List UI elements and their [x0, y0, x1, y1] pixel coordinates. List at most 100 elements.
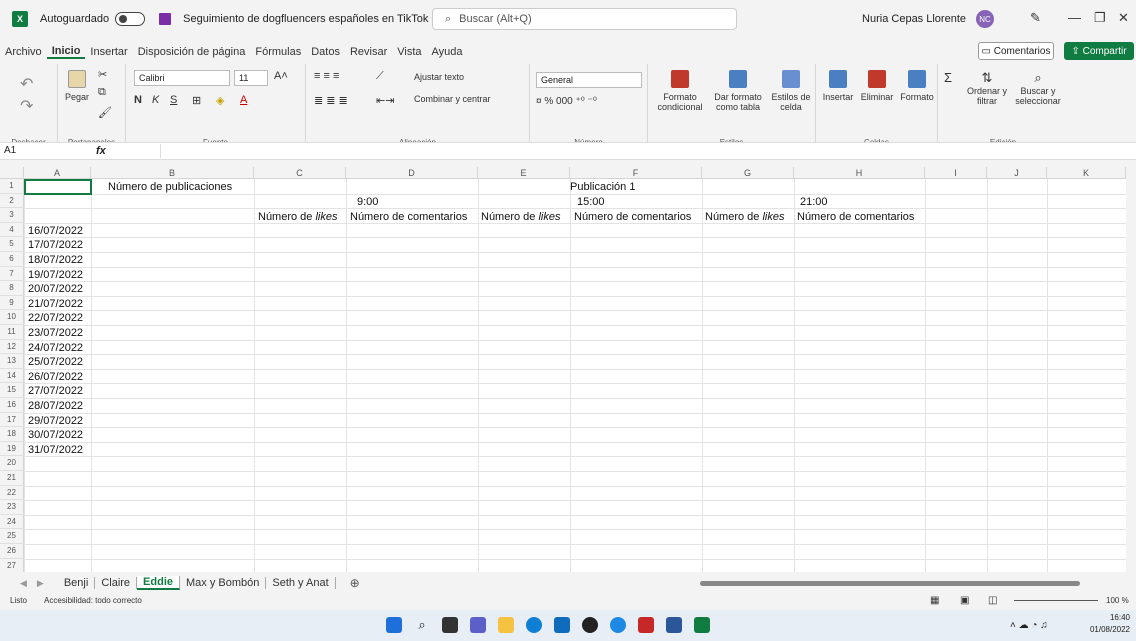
format-painter-icon[interactable]: 🖌	[98, 106, 112, 119]
cell-likes-15[interactable]: Número de likes	[481, 210, 561, 224]
taskbar-clock[interactable]: 16:40 01/08/2022	[1090, 612, 1130, 636]
cut-icon[interactable]: ✂	[98, 68, 107, 81]
store-icon[interactable]	[554, 617, 570, 633]
cell-b1[interactable]: Número de publicaciones	[108, 180, 232, 194]
cell-date[interactable]: 20/07/2022	[28, 282, 83, 296]
save-icon[interactable]	[159, 13, 172, 25]
column-header-c[interactable]: C	[254, 167, 346, 179]
select-all-corner[interactable]	[0, 167, 24, 179]
row-header[interactable]: 9	[0, 295, 24, 311]
row-header[interactable]: 21	[0, 471, 24, 486]
indent-icon[interactable]: ⇤⇥	[376, 94, 394, 107]
cell-comments-21[interactable]: Número de comentarios	[797, 210, 914, 224]
task-view-icon[interactable]	[442, 617, 458, 633]
page-break-icon[interactable]: ◫	[988, 593, 997, 609]
conditional-format-button[interactable]: Formato condicional	[654, 70, 706, 112]
font-name-select[interactable]: Calibri	[134, 70, 230, 86]
cell-date[interactable]: 29/07/2022	[28, 414, 83, 428]
sheet-tab-eddie[interactable]: Eddie	[137, 576, 180, 590]
excel-taskbar-icon[interactable]	[694, 617, 710, 633]
row-header[interactable]: 7	[0, 266, 24, 282]
cell-styles-button[interactable]: Estilos de celda	[770, 70, 812, 112]
teams-icon[interactable]	[470, 617, 486, 633]
edge-icon[interactable]	[526, 617, 542, 633]
cell-date[interactable]: 17/07/2022	[28, 238, 83, 252]
row-header[interactable]: 1	[0, 179, 24, 194]
column-header-b[interactable]: B	[91, 167, 254, 179]
tab-disposicion[interactable]: Disposición de página	[133, 46, 251, 58]
row-header[interactable]: 8	[0, 281, 24, 296]
autosave-toggle[interactable]	[115, 12, 146, 26]
column-header-a[interactable]: A	[24, 167, 91, 179]
currency-percent-icons[interactable]: ¤ % 000 ⁺⁰ ⁻⁰	[536, 96, 597, 107]
cell-comments-9[interactable]: Número de comentarios	[350, 210, 467, 224]
row-header[interactable]: 2	[0, 193, 24, 209]
cell-date[interactable]: 19/07/2022	[28, 268, 83, 282]
cell-date[interactable]: 31/07/2022	[28, 443, 83, 457]
formula-input[interactable]	[160, 144, 1130, 158]
cell-time-9[interactable]: 9:00	[357, 195, 378, 209]
align-top-icon[interactable]: ≡ ≡ ≡	[314, 70, 339, 82]
row-header[interactable]: 14	[0, 368, 24, 384]
row-header[interactable]: 15	[0, 383, 24, 398]
font-color-icon[interactable]: A	[240, 94, 247, 106]
cell-date[interactable]: 16/07/2022	[28, 224, 83, 238]
undo-icon[interactable]: ↶	[20, 74, 33, 94]
insert-cells-button[interactable]: Insertar	[820, 70, 856, 102]
zoom-level[interactable]: 100 %	[1106, 593, 1129, 609]
sheet-tab-claire[interactable]: Claire	[95, 577, 138, 589]
add-sheet-icon[interactable]: ⊕	[350, 576, 360, 590]
underline-icon[interactable]: S	[170, 94, 177, 106]
function-icon[interactable]: fx	[96, 143, 106, 159]
tab-scroll-right-icon[interactable]: ▶	[37, 578, 44, 589]
avatar[interactable]: NC	[976, 10, 994, 28]
redo-icon[interactable]: ↷	[20, 96, 33, 116]
row-header[interactable]: 6	[0, 252, 24, 267]
tab-ayuda[interactable]: Ayuda	[427, 46, 468, 58]
document-title[interactable]: Seguimiento de dogfluencers españoles en…	[183, 13, 440, 26]
cell-time-15[interactable]: 15:00	[577, 195, 605, 209]
row-header[interactable]: 11	[0, 325, 24, 340]
row-header[interactable]: 3	[0, 208, 24, 223]
tab-vista[interactable]: Vista	[392, 46, 426, 58]
table-format-button[interactable]: Dar formato como tabla	[710, 70, 766, 112]
column-header-d[interactable]: D	[346, 167, 478, 179]
cell-date[interactable]: 25/07/2022	[28, 355, 83, 369]
cell-date[interactable]: 21/07/2022	[28, 297, 83, 311]
column-header-h[interactable]: H	[794, 167, 925, 179]
mcafee-icon[interactable]	[638, 617, 654, 633]
autosum-icon[interactable]: Σ	[944, 70, 952, 85]
share-button[interactable]: ⇪ Compartir	[1064, 42, 1134, 60]
cell-date[interactable]: 23/07/2022	[28, 326, 83, 340]
page-layout-icon[interactable]: ▣	[960, 593, 969, 609]
row-header[interactable]: 10	[0, 310, 24, 325]
sort-filter-button[interactable]: ⇅ Ordenar y filtrar	[966, 70, 1008, 106]
accessibility-status[interactable]: Accesibilidad: todo correcto	[44, 593, 142, 609]
close-icon[interactable]: ✕	[1118, 10, 1129, 26]
cell-date[interactable]: 26/07/2022	[28, 370, 83, 384]
row-header[interactable]: 13	[0, 354, 24, 369]
selected-cell-a1[interactable]	[24, 179, 92, 195]
minimize-icon[interactable]: —	[1068, 10, 1081, 25]
paste-button[interactable]: Pegar	[64, 70, 90, 102]
row-header[interactable]: 16	[0, 398, 24, 413]
cell-date[interactable]: 18/07/2022	[28, 253, 83, 267]
row-header[interactable]: 26	[0, 544, 24, 559]
row-header[interactable]: 25	[0, 529, 24, 544]
name-box[interactable]: A1	[0, 143, 60, 159]
tab-datos[interactable]: Datos	[306, 46, 345, 58]
tab-archivo[interactable]: Archivo	[0, 46, 47, 58]
cell-likes-9[interactable]: Número de likes	[258, 210, 338, 224]
worksheet-grid[interactable]: A B C D E F G H I J K 1 2 3 4 5 6 7 8 9 10 11 12 13 1…	[0, 167, 1126, 572]
cell-publication-header[interactable]: Publicación 1	[570, 180, 635, 194]
copy-icon[interactable]: ⧉	[98, 86, 106, 99]
tab-formulas[interactable]: Fórmulas	[250, 46, 306, 58]
bold-icon[interactable]: N	[134, 94, 142, 106]
row-header[interactable]: 23	[0, 500, 24, 515]
column-header-i[interactable]: I	[925, 167, 987, 179]
row-header[interactable]: 18	[0, 427, 24, 442]
zoom-slider[interactable]	[1014, 600, 1098, 601]
row-header[interactable]: 22	[0, 485, 24, 501]
format-cells-button[interactable]: Formato	[898, 70, 936, 102]
cell-comments-15[interactable]: Número de comentarios	[574, 210, 691, 224]
